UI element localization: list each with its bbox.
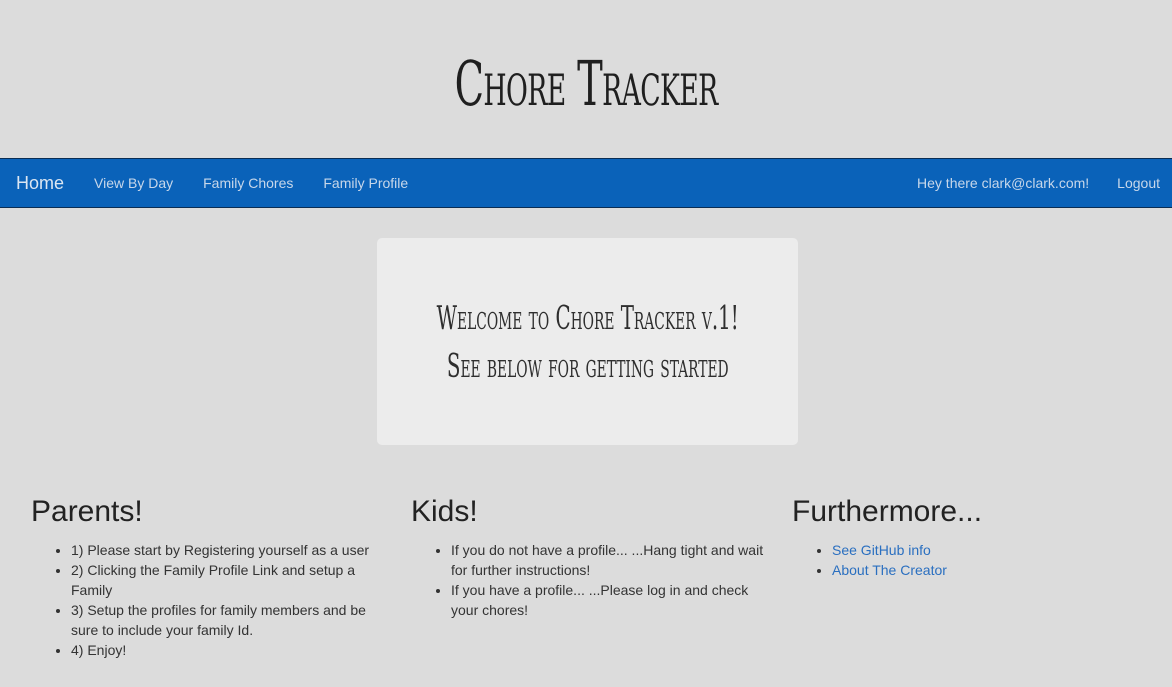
nav-view-by-day-link[interactable]: View By Day — [94, 175, 173, 191]
parents-column: Parents! 1) Please start by Registering … — [31, 492, 391, 660]
nav-family-profile-link[interactable]: Family Profile — [323, 175, 408, 191]
parents-list: 1) Please start by Registering yourself … — [31, 540, 391, 660]
list-item: 2) Clicking the Family Profile Link and … — [71, 560, 391, 600]
github-info-link[interactable]: See GitHub info — [832, 542, 931, 558]
site-title: Chore Tracker — [454, 46, 718, 120]
list-item: If you do not have a profile... ...Hang … — [451, 540, 771, 580]
list-item: 4) Enjoy! — [71, 640, 391, 660]
nav-home-link[interactable]: Home — [16, 173, 64, 194]
kids-list: If you do not have a profile... ...Hang … — [411, 540, 771, 620]
kids-heading: Kids! — [411, 495, 478, 528]
list-item: 3) Setup the profiles for family members… — [71, 600, 391, 640]
furthermore-heading: Furthermore... — [792, 495, 983, 528]
kids-column: Kids! If you do not have a profile... ..… — [411, 492, 771, 620]
list-item: See GitHub info — [832, 540, 1152, 560]
user-greeting: Hey there clark@clark.com! — [917, 175, 1090, 191]
about-creator-link[interactable]: About The Creator — [832, 562, 947, 578]
nav-right: Hey there clark@clark.com! Logout — [917, 175, 1172, 191]
nav-family-chores-link[interactable]: Family Chores — [203, 175, 293, 191]
parents-heading: Parents! — [31, 495, 143, 528]
welcome-heading: Welcome to Chore Tracker v.1! — [436, 297, 739, 337]
welcome-jumbotron: Welcome to Chore Tracker v.1! See below … — [377, 238, 798, 445]
navbar: Home View By Day Family Chores Family Pr… — [0, 158, 1172, 208]
site-header: Chore Tracker — [0, 0, 1172, 158]
furthermore-column: Furthermore... See GitHub info About The… — [792, 492, 1152, 580]
list-item: About The Creator — [832, 560, 1152, 580]
getting-started-subheading: See below for getting started — [446, 345, 729, 385]
list-item: 1) Please start by Registering yourself … — [71, 540, 391, 560]
logout-link[interactable]: Logout — [1117, 175, 1160, 191]
furthermore-list: See GitHub info About The Creator — [792, 540, 1152, 580]
list-item: If you have a profile... ...Please log i… — [451, 580, 771, 620]
